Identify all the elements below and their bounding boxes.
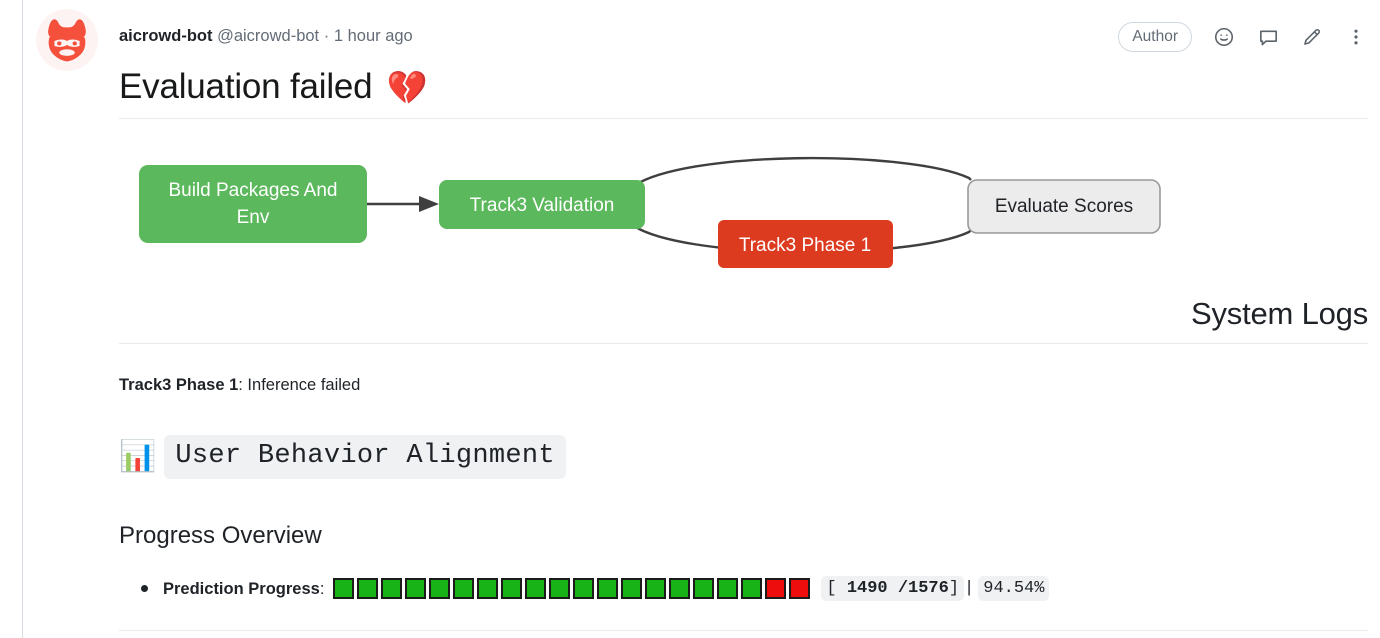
divider-header: [119, 118, 1368, 119]
progress-square-green: [405, 578, 427, 599]
prediction-progress-item: Prediction Progress : [ 1490 /1576] | 94.5…: [141, 576, 1050, 601]
phase-status-text: : Inference failed: [238, 376, 361, 394]
progress-square-green: [333, 578, 355, 599]
node-validation-label: Track3 Validation: [470, 195, 615, 216]
progress-percent: 94.54%: [978, 576, 1050, 601]
comment-author-handle[interactable]: @aicrowd-bot: [217, 27, 319, 45]
progress-square-green: [429, 578, 451, 599]
comment-author-name[interactable]: aicrowd-bot: [119, 27, 213, 45]
prediction-progress-label: Prediction Progress: [163, 579, 320, 598]
progress-square-green: [573, 578, 595, 599]
log-section-heading: 📊 User Behavior Alignment: [119, 435, 566, 479]
progress-square-green: [621, 578, 643, 599]
page-title: Evaluation failed 💔: [119, 62, 428, 112]
phase-status-line: Track3 Phase 1: Inference failed: [119, 373, 360, 397]
progress-bar-squares: [333, 578, 811, 599]
comment-card: aicrowd-bot @aicrowd-bot · 1 hour ago Au…: [0, 0, 1380, 638]
comment-header-actions: Author: [1118, 22, 1368, 52]
add-reaction-icon[interactable]: [1212, 25, 1236, 49]
pipeline-diagram: Build Packages And Env Track3 Validation…: [119, 128, 1379, 288]
node-track3-phase-1: Track3 Phase 1: [718, 220, 893, 268]
progress-square-green: [549, 578, 571, 599]
bar-chart-icon: 📊: [119, 440, 157, 473]
log-section-title: User Behavior Alignment: [164, 435, 566, 479]
node-evaluate-scores: Evaluate Scores: [967, 179, 1161, 234]
progress-count-group: [ 1490 /1576] | 94.54%: [821, 576, 1050, 601]
page-title-text: Evaluation failed: [119, 67, 373, 106]
progress-square-green: [669, 578, 691, 599]
count-divider: /: [887, 579, 909, 598]
progress-square-green: [357, 578, 379, 599]
edit-comment-icon[interactable]: [1300, 25, 1324, 49]
node-evaluate-label: Evaluate Scores: [995, 196, 1133, 217]
progress-square-green: [741, 578, 763, 599]
count-pipe: |: [964, 579, 975, 598]
quote-reply-icon[interactable]: [1256, 25, 1280, 49]
node-build-label-line1: Build Packages And: [168, 180, 337, 201]
progress-square-green: [693, 578, 715, 599]
node-track3-validation: Track3 Validation: [439, 180, 645, 229]
count-prefix: [: [826, 579, 847, 598]
comment-content: aicrowd-bot @aicrowd-bot · 1 hour ago Au…: [119, 0, 1380, 638]
progress-square-green: [597, 578, 619, 599]
meta-separator: ·: [323, 27, 330, 45]
node-build-packages-and-env: Build Packages And Env: [139, 165, 367, 243]
progress-square-green: [453, 578, 475, 599]
count-current: 1490: [846, 579, 888, 598]
progress-square-green: [477, 578, 499, 599]
author-badge: Author: [1118, 22, 1192, 52]
progress-count: [ 1490 /1576]: [821, 576, 965, 601]
node-build-label-line2: Env: [237, 207, 270, 228]
progress-square-green: [717, 578, 739, 599]
comment-meta: aicrowd-bot @aicrowd-bot · 1 hour ago: [119, 24, 413, 48]
list-bullet-icon: [141, 585, 148, 592]
count-suffix: ]: [948, 579, 960, 598]
more-options-icon[interactable]: [1344, 25, 1368, 49]
comment-left-rail: [22, 0, 23, 638]
divider-system-logs: [119, 343, 1368, 344]
broken-heart-icon: 💔: [386, 68, 428, 106]
aicrowd-bot-avatar: [36, 9, 98, 71]
progress-square-red: [789, 578, 811, 599]
progress-square-green: [501, 578, 523, 599]
progress-overview-heading: Progress Overview: [119, 522, 322, 549]
node-phase1-label: Track3 Phase 1: [739, 235, 871, 256]
phase-status-name: Track3 Phase 1: [119, 376, 239, 394]
progress-square-green: [645, 578, 667, 599]
prediction-progress-colon: :: [319, 579, 325, 598]
count-total: 1576: [908, 579, 949, 598]
progress-square-red: [765, 578, 787, 599]
avatar[interactable]: [36, 9, 98, 71]
system-logs-heading: System Logs: [1191, 296, 1368, 331]
divider-bottom: [119, 630, 1368, 631]
progress-square-green: [525, 578, 547, 599]
comment-timestamp[interactable]: 1 hour ago: [334, 27, 413, 45]
progress-square-green: [381, 578, 403, 599]
